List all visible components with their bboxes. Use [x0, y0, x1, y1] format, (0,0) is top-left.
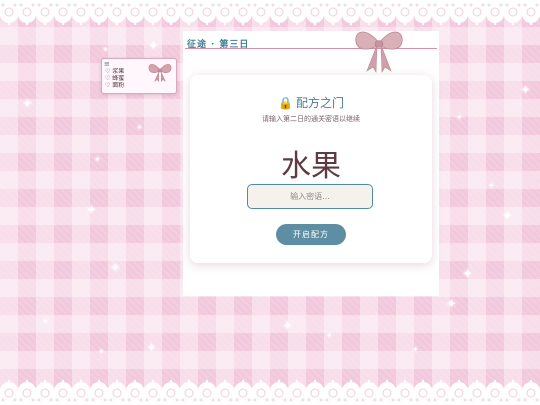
- sparkle-icon: ✦: [502, 209, 513, 224]
- sparkle-icon: ✦: [488, 181, 495, 190]
- card-subtitle: 请输入第二日的通关密语以继续: [262, 115, 360, 123]
- recipe-gate-card: 🔒配方之门 请输入第二日的通关密语以继续 水果 开启配方: [190, 75, 432, 263]
- ribbon-bow-icon: [355, 31, 403, 73]
- sparkle-icon: ✦: [86, 203, 97, 218]
- ingredient-line: ♡ 蜂蜜: [105, 75, 125, 82]
- lace-border-top: [0, 0, 540, 30]
- lock-icon: 🔒: [278, 96, 293, 110]
- ingredient-note-card[interactable]: ≡ ♡ 浆果 ♡ 蜂蜜 ♡ 面粉: [101, 58, 177, 94]
- sparkle-icon: ✦: [412, 345, 419, 354]
- ingredient-line: ♡ 面粉: [105, 82, 125, 89]
- sparkle-icon: ✦: [456, 113, 463, 122]
- list-marker-icon: ≡: [104, 60, 110, 68]
- open-recipe-button[interactable]: 开启配方: [276, 224, 346, 245]
- sparkle-icon: ✦: [22, 97, 33, 112]
- sparkle-icon: ✦: [136, 123, 143, 132]
- sparkle-icon: ✦: [42, 317, 49, 326]
- sparkle-icon: ✦: [520, 83, 531, 98]
- sparkle-icon: ✦: [326, 331, 333, 340]
- clue-word: 水果: [281, 149, 341, 184]
- lace-border-bottom: [0, 375, 540, 405]
- sparkle-icon: ✦: [98, 347, 105, 356]
- sparkle-icon: ✦: [462, 267, 473, 282]
- sparkle-icon: ✦: [102, 45, 109, 54]
- passphrase-input[interactable]: [247, 184, 373, 209]
- sparkle-icon: ✦: [282, 319, 293, 334]
- card-heading: 🔒 配方之门: [190, 94, 432, 111]
- ingredient-line: ♡ 浆果: [105, 68, 125, 75]
- card-heading-text: 配方之门: [295, 96, 344, 110]
- ingredient-list: ♡ 浆果 ♡ 蜂蜜 ♡ 面粉: [105, 68, 145, 89]
- sparkle-icon: ✦: [148, 39, 159, 54]
- sparkle-icon: ✦: [110, 261, 121, 276]
- sparkle-icon: ✦: [446, 297, 457, 312]
- sparkle-icon: ✦: [94, 155, 101, 164]
- sparkle-icon: ✦: [146, 341, 157, 356]
- ribbon-bow-icon: [148, 63, 172, 82]
